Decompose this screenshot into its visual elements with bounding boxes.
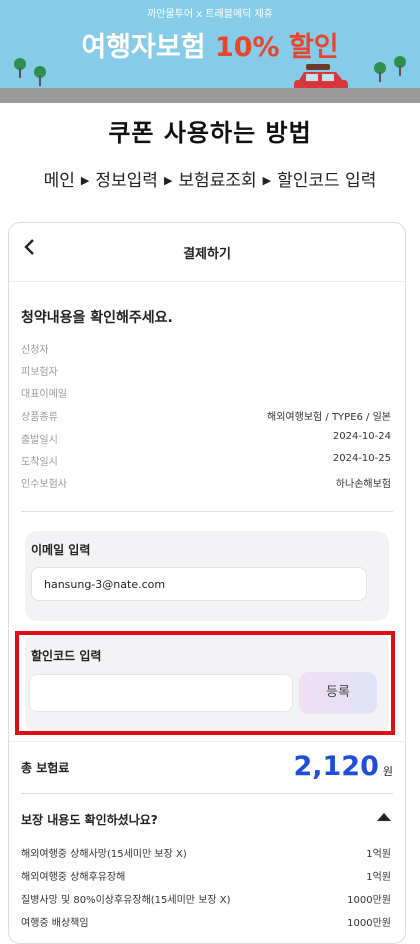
- promo-code-label: 할인코드 입력: [31, 649, 102, 663]
- step-2: 정보입력: [95, 171, 158, 191]
- promo-banner: 까만물투어 x 트래블메딕 제휴 여행자보험 10% 할인: [0, 0, 420, 103]
- coverage-label: 여행중 배상책임: [21, 918, 89, 929]
- info-value: 2024-10-25: [332, 453, 391, 464]
- info-label: 도착일시: [21, 457, 58, 468]
- tree-icon: [374, 62, 386, 82]
- coverage-value: 1억원: [366, 849, 391, 860]
- info-label: 대표이메일: [21, 389, 67, 400]
- info-label: 상품종류: [21, 412, 58, 423]
- tree-icon: [34, 66, 46, 86]
- tree-icon: [14, 58, 26, 78]
- divider: [21, 793, 393, 794]
- total-premium-amount: 2,120 원: [293, 751, 393, 782]
- coverage-title[interactable]: 보장 내용도 확인하셨나요?: [21, 811, 158, 828]
- caret-up-icon[interactable]: [377, 813, 391, 821]
- triangle-right-icon: ▶: [163, 174, 173, 187]
- info-value: 해외여행보험 / TYPE6 / 일본: [267, 412, 391, 423]
- info-label: 신청자: [21, 345, 49, 356]
- coverage-row: 질병사망 및 80%이상후유장해(15세미만 보장 X) 1000만원: [21, 891, 391, 911]
- coverage-label: 질병사망 및 80%이상후유장해(15세미만 보장 X): [21, 895, 231, 906]
- step-1: 메인: [43, 171, 75, 191]
- banner-title: 여행자보험 10% 할인: [0, 25, 420, 64]
- divider: [21, 511, 393, 512]
- info-row: 대표이메일: [21, 385, 391, 405]
- info-row: 피보험자: [21, 363, 391, 383]
- coverage-value: 1억원: [366, 872, 391, 883]
- tree-icon: [394, 56, 406, 76]
- info-row: 도착일시 2024-10-25: [21, 453, 391, 473]
- register-button[interactable]: 등록: [299, 672, 377, 714]
- page-title: 쿠폰 사용하는 방법: [108, 119, 312, 147]
- banner-title-main: 여행자보험: [81, 32, 215, 63]
- total-premium-label: 총 보험료: [21, 761, 70, 775]
- amount-value: 2,120: [293, 751, 379, 782]
- coverage-row: 해외여행중 상해사망(15세미만 보장 X) 1억원: [21, 845, 391, 865]
- road: [0, 88, 420, 103]
- divider: [9, 741, 405, 742]
- coverage-row: 여행중 배상책임 1000만원: [21, 914, 391, 934]
- info-row: 신청자: [21, 341, 391, 361]
- top-bar: 결제하기: [9, 223, 405, 281]
- steps-breadcrumb: 메인 ▶ 정보입력 ▶ 보험료조회 ▶ 할인코드 입력: [0, 166, 420, 191]
- banner-title-highlight: 10% 할인: [214, 32, 339, 63]
- info-label: 피보험자: [21, 367, 58, 378]
- email-label: 이메일 입력: [31, 543, 91, 557]
- info-row: 출발일시 2024-10-24: [21, 431, 391, 451]
- coverage-label: 해외여행중 상해사망(15세미만 보장 X): [21, 849, 187, 860]
- info-label: 출발일시: [21, 435, 58, 446]
- step-3: 보험료조회: [178, 171, 257, 191]
- payment-screen: 결제하기 청약내용을 확인해주세요. 신청자 피보험자 대표이메일 상품종류 해…: [8, 222, 406, 944]
- step-4: 할인코드 입력: [277, 171, 377, 191]
- promo-code-input[interactable]: [29, 674, 293, 712]
- coverage-row: 해외여행중 상해후유장해 1억원: [21, 868, 391, 888]
- triangle-right-icon: ▶: [80, 174, 90, 187]
- triangle-right-icon: ▶: [262, 174, 272, 187]
- coverage-value: 1000만원: [347, 918, 391, 929]
- info-value: 2024-10-24: [332, 431, 391, 442]
- amount-unit: 원: [382, 765, 393, 778]
- info-row: 상품종류 해외여행보험 / TYPE6 / 일본: [21, 408, 391, 428]
- info-label: 인수보험사: [21, 479, 67, 490]
- info-row: 인수보험사 하나손해보험: [21, 475, 391, 495]
- info-value: 하나손해보험: [335, 479, 391, 490]
- section-title: 청약내용을 확인해주세요.: [21, 310, 173, 326]
- coverage-value: 1000만원: [347, 895, 391, 906]
- coverage-label: 해외여행중 상해후유장해: [21, 872, 126, 883]
- divider: [9, 281, 405, 282]
- screen-title: 결제하기: [183, 247, 231, 262]
- email-field[interactable]: hansung-3@nate.com: [31, 567, 367, 601]
- banner-subtitle: 까만물투어 x 트래블메딕 제휴: [147, 9, 273, 20]
